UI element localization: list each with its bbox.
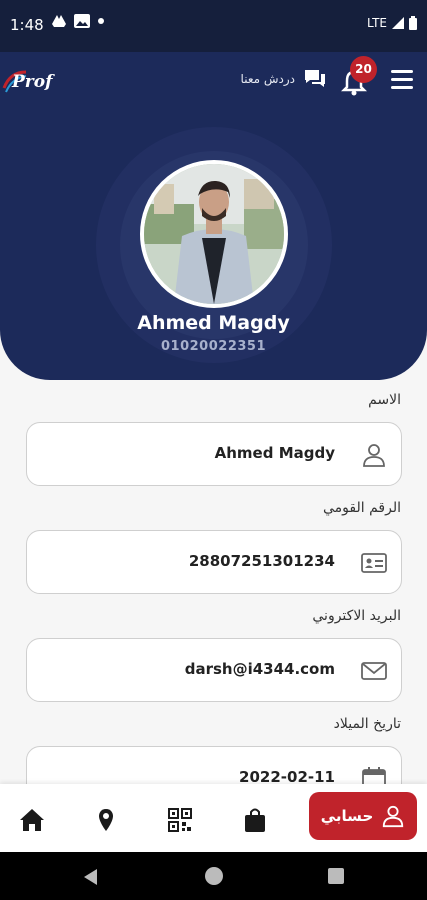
drive-icon (52, 15, 66, 27)
menu-icon[interactable] (391, 70, 413, 90)
avatar[interactable] (140, 160, 288, 308)
avatar-photo (144, 164, 284, 304)
bag-icon[interactable] (241, 806, 269, 834)
email-value: darsh@i4344.com (184, 660, 335, 678)
profile-header: Ahmed Magdy 01020022351 (0, 112, 427, 380)
bottom-nav: حسابي (0, 784, 427, 852)
national-id-field[interactable]: 28807251301234 (26, 530, 402, 594)
status-bar: 1:48 LTE (0, 0, 427, 52)
national-id-value: 28807251301234 (188, 552, 335, 570)
id-card-icon (361, 553, 387, 573)
field-label-birthdate: تاريخ الميلاد (333, 716, 401, 732)
app-header: Prof دردش معنا 20 (0, 52, 427, 112)
chat-label: دردش معنا (240, 72, 295, 86)
profile-name: Ahmed Magdy (137, 312, 290, 334)
prof-logo[interactable]: Prof (2, 64, 62, 98)
notification-badge: 20 (350, 56, 377, 83)
mail-icon (361, 662, 387, 680)
chat-icon (305, 70, 325, 87)
account-icon (383, 805, 404, 828)
email-field[interactable]: darsh@i4344.com (26, 638, 402, 702)
home-circle-icon[interactable] (205, 867, 223, 885)
status-notification-icons (52, 14, 104, 28)
qr-icon[interactable] (166, 806, 194, 834)
back-icon[interactable] (82, 868, 98, 886)
field-label-name: الاسم (368, 392, 401, 408)
name-value: Ahmed Magdy (214, 444, 335, 462)
status-right: LTE (367, 16, 417, 30)
system-nav-bar (0, 852, 427, 900)
account-button[interactable]: حسابي (309, 792, 417, 840)
home-icon[interactable] (18, 806, 46, 834)
image-icon (74, 14, 90, 28)
network-label: LTE (367, 16, 387, 30)
field-label-national-id: الرقم القومي (323, 500, 401, 516)
signal-icon (392, 17, 404, 29)
chat-button[interactable]: دردش معنا (241, 68, 327, 90)
field-label-email: البريد الاكتروني (312, 608, 401, 624)
status-time: 1:48 (10, 16, 44, 34)
location-icon[interactable] (92, 806, 120, 834)
logo-text: Prof (12, 72, 53, 92)
recent-apps-icon[interactable] (328, 868, 344, 884)
profile-phone: 01020022351 (161, 339, 266, 354)
name-field[interactable]: Ahmed Magdy (26, 422, 402, 486)
user-icon (363, 444, 385, 467)
dot-icon (98, 18, 104, 24)
account-label: حسابي (320, 807, 374, 825)
battery-icon (409, 16, 417, 30)
